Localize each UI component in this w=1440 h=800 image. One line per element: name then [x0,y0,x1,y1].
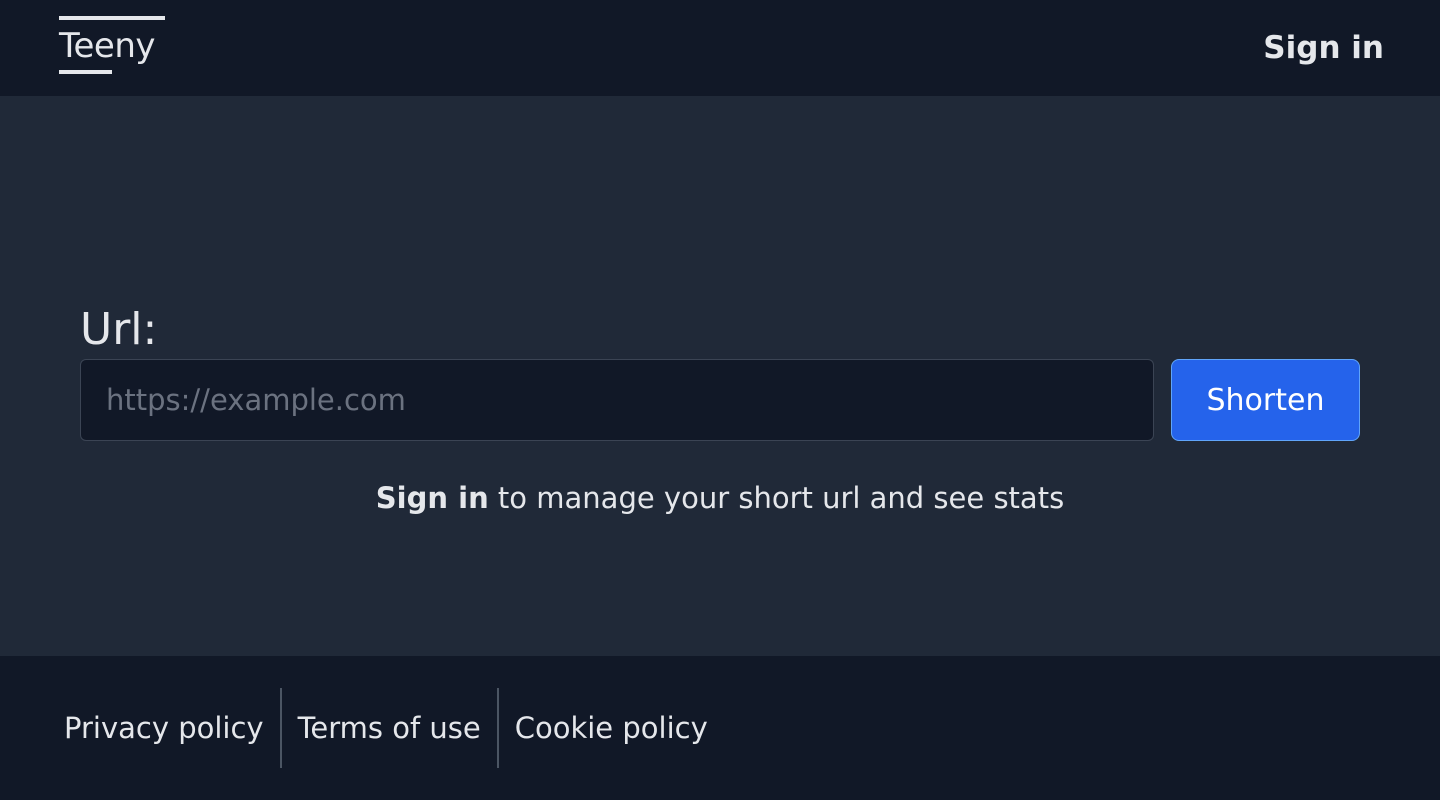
terms-of-use-link[interactable]: Terms of use [282,688,497,768]
header-sign-in-link[interactable]: Sign in [1263,26,1384,70]
header: Teeny Sign in [0,0,1440,96]
logo-text: Teeny [59,26,156,66]
cookie-policy-link[interactable]: Cookie policy [499,688,724,768]
footer-links: Privacy policy Terms of use Cookie polic… [48,688,724,768]
url-input[interactable] [80,359,1154,441]
sign-in-hint: Sign in to manage your short url and see… [0,476,1440,520]
privacy-policy-link[interactable]: Privacy policy [48,688,280,768]
shorten-button[interactable]: Shorten [1171,359,1360,441]
logo-top-bar [59,16,165,20]
footer: Privacy policy Terms of use Cookie polic… [0,656,1440,800]
logo[interactable]: Teeny [59,16,165,76]
main-content: Url: Shorten Sign in to manage your shor… [0,96,1440,656]
logo-bottom-bar [59,70,112,74]
url-label: Url: [80,304,158,355]
hint-text: to manage your short url and see stats [488,481,1065,515]
hint-sign-in-link[interactable]: Sign in [376,481,489,515]
